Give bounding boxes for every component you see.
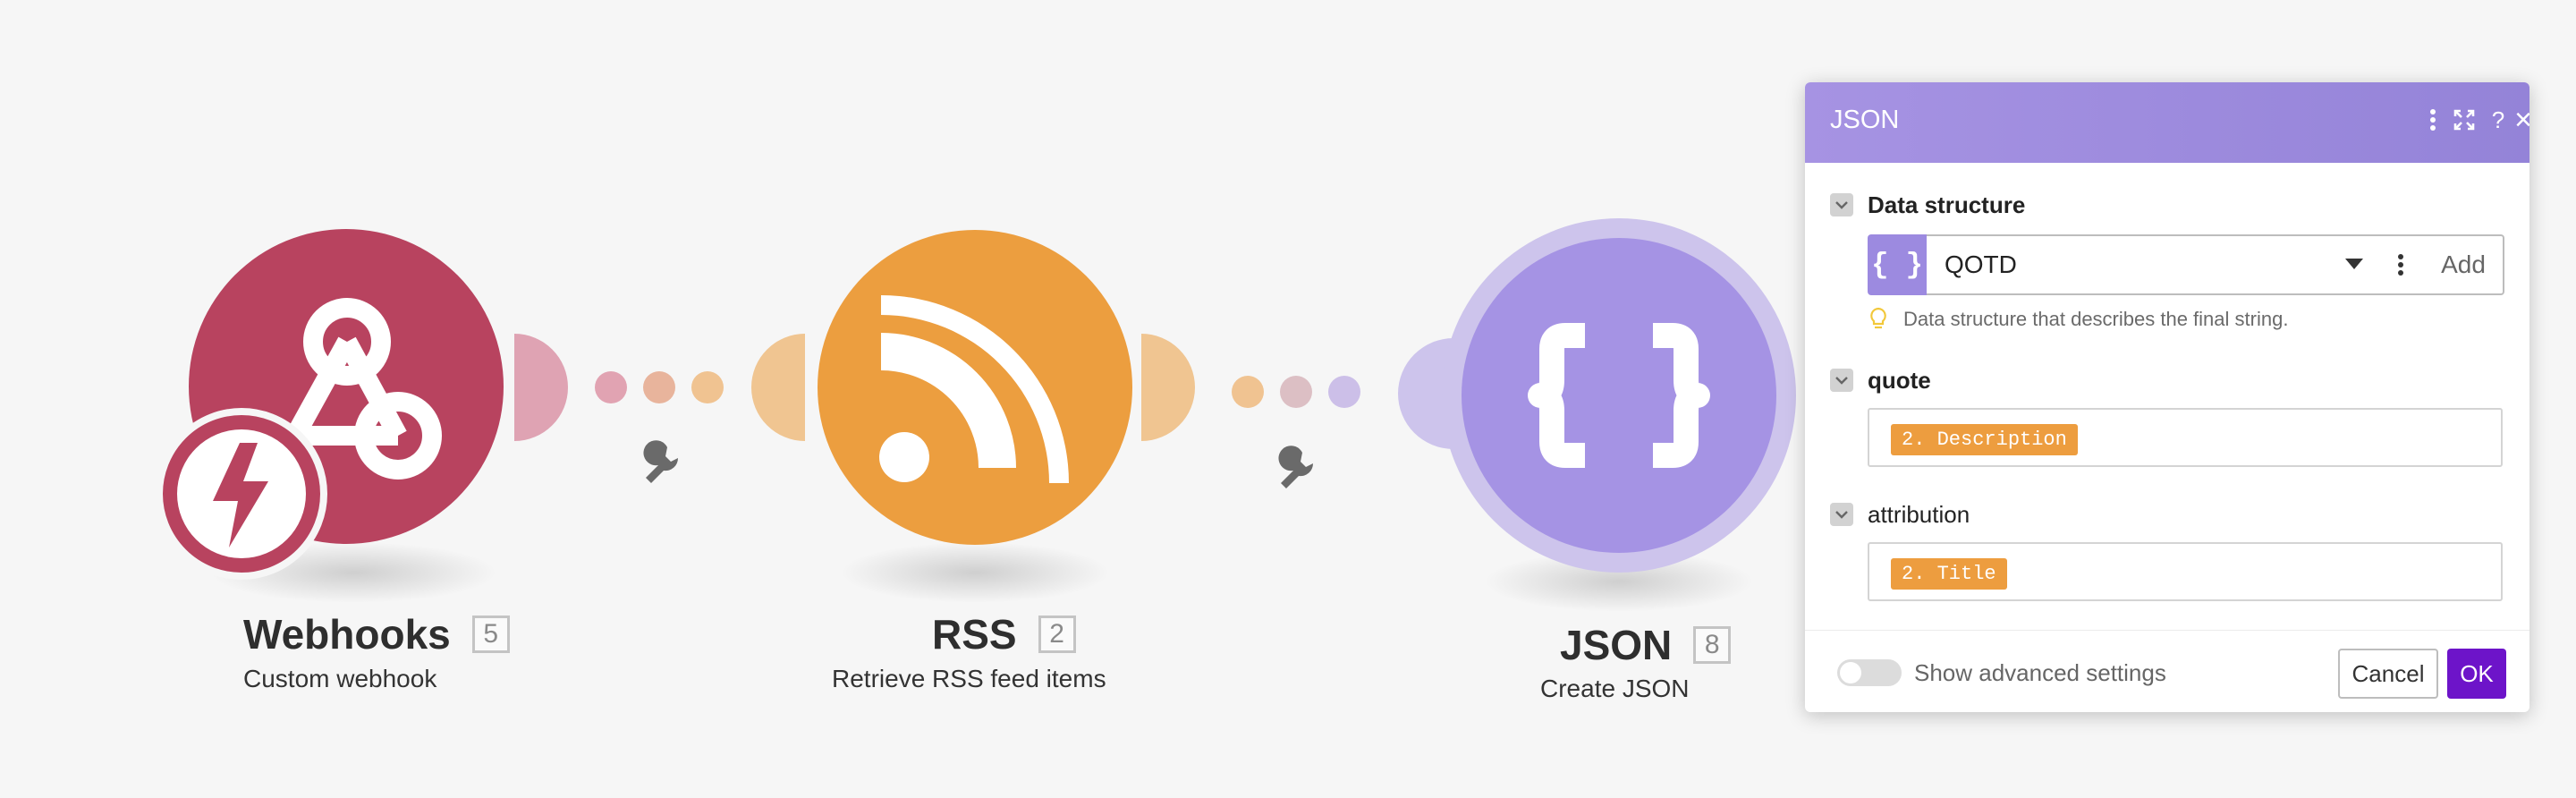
rss-output-connector[interactable]	[1141, 334, 1195, 441]
add-data-structure-button[interactable]: Add	[2424, 234, 2504, 295]
panel-header: JSON ? ×	[1805, 82, 2529, 163]
advanced-settings-toggle[interactable]	[1837, 659, 1902, 686]
module-subtitle: Retrieve RSS feed items	[832, 665, 1106, 692]
webhooks-output-connector[interactable]	[514, 334, 568, 441]
module-name: Webhooks	[243, 611, 451, 658]
attribution-input[interactable]: 2. Title	[1868, 542, 2503, 601]
module-subtitle: Custom webhook	[243, 665, 437, 692]
quote-input[interactable]: 2. Description	[1868, 408, 2503, 467]
lightbulb-icon	[1870, 307, 1886, 329]
connection-webhooks-rss[interactable]	[595, 371, 724, 403]
cancel-button[interactable]: Cancel	[2338, 649, 2438, 699]
module-settings-panel: JSON ? × Data structure { } QOTD Add Dat…	[1805, 82, 2529, 712]
quote-label: quote	[1868, 367, 1931, 394]
module-count-badge: 5	[471, 615, 510, 653]
module-subtitle: Create JSON	[1540, 675, 1690, 702]
expand-icon[interactable]	[2446, 102, 2482, 138]
rss-title: RSS 2	[932, 610, 1076, 658]
data-structure-type-icon: { }	[1868, 234, 1927, 295]
panel-footer: Show advanced settings Cancel OK	[1805, 630, 2529, 712]
mapped-value-pill[interactable]: 2. Title	[1891, 558, 2007, 590]
more-vertical-icon[interactable]	[2415, 102, 2451, 138]
chevron-down-icon	[2345, 259, 2363, 269]
mapped-value-pill[interactable]: 2. Description	[1891, 424, 2078, 455]
webhooks-module[interactable]	[156, 229, 568, 580]
toggle-knob	[1840, 662, 1861, 683]
ok-button[interactable]: OK	[2447, 649, 2506, 699]
module-name: JSON	[1560, 622, 1673, 668]
rss-input-connector[interactable]	[751, 334, 805, 441]
module-count-badge: 8	[1693, 626, 1732, 664]
panel-title: JSON	[1830, 106, 1900, 134]
module-count-badge: 2	[1038, 615, 1076, 653]
rss-module[interactable]	[751, 230, 1195, 545]
json-module[interactable]	[1398, 218, 1796, 573]
data-structure-hint: Data structure that describes the final …	[1903, 308, 2289, 330]
json-title: JSON 8	[1560, 621, 1732, 669]
data-structure-more-button[interactable]	[2377, 234, 2426, 295]
data-structure-label: Data structure	[1868, 191, 2026, 218]
collapse-checkbox-data-structure[interactable]	[1830, 193, 1853, 216]
data-structure-row: { } QOTD Add	[1868, 234, 2504, 295]
data-structure-value: QOTD	[1945, 250, 2017, 278]
data-structure-select[interactable]: QOTD	[1927, 234, 2379, 295]
wrench-icon-1[interactable]	[643, 440, 679, 483]
module-name: RSS	[932, 611, 1017, 658]
connection-rss-json[interactable]	[1232, 376, 1360, 408]
more-vertical-icon	[2398, 254, 2403, 276]
advanced-settings-label: Show advanced settings	[1914, 659, 2166, 686]
wrench-icon-2[interactable]	[1278, 446, 1314, 488]
close-icon[interactable]: ×	[2510, 102, 2529, 138]
collapse-checkbox-quote[interactable]	[1830, 369, 1853, 392]
collapse-checkbox-attribution[interactable]	[1830, 503, 1853, 526]
webhooks-title: Webhooks 5	[243, 610, 510, 658]
attribution-label: attribution	[1868, 501, 1970, 528]
